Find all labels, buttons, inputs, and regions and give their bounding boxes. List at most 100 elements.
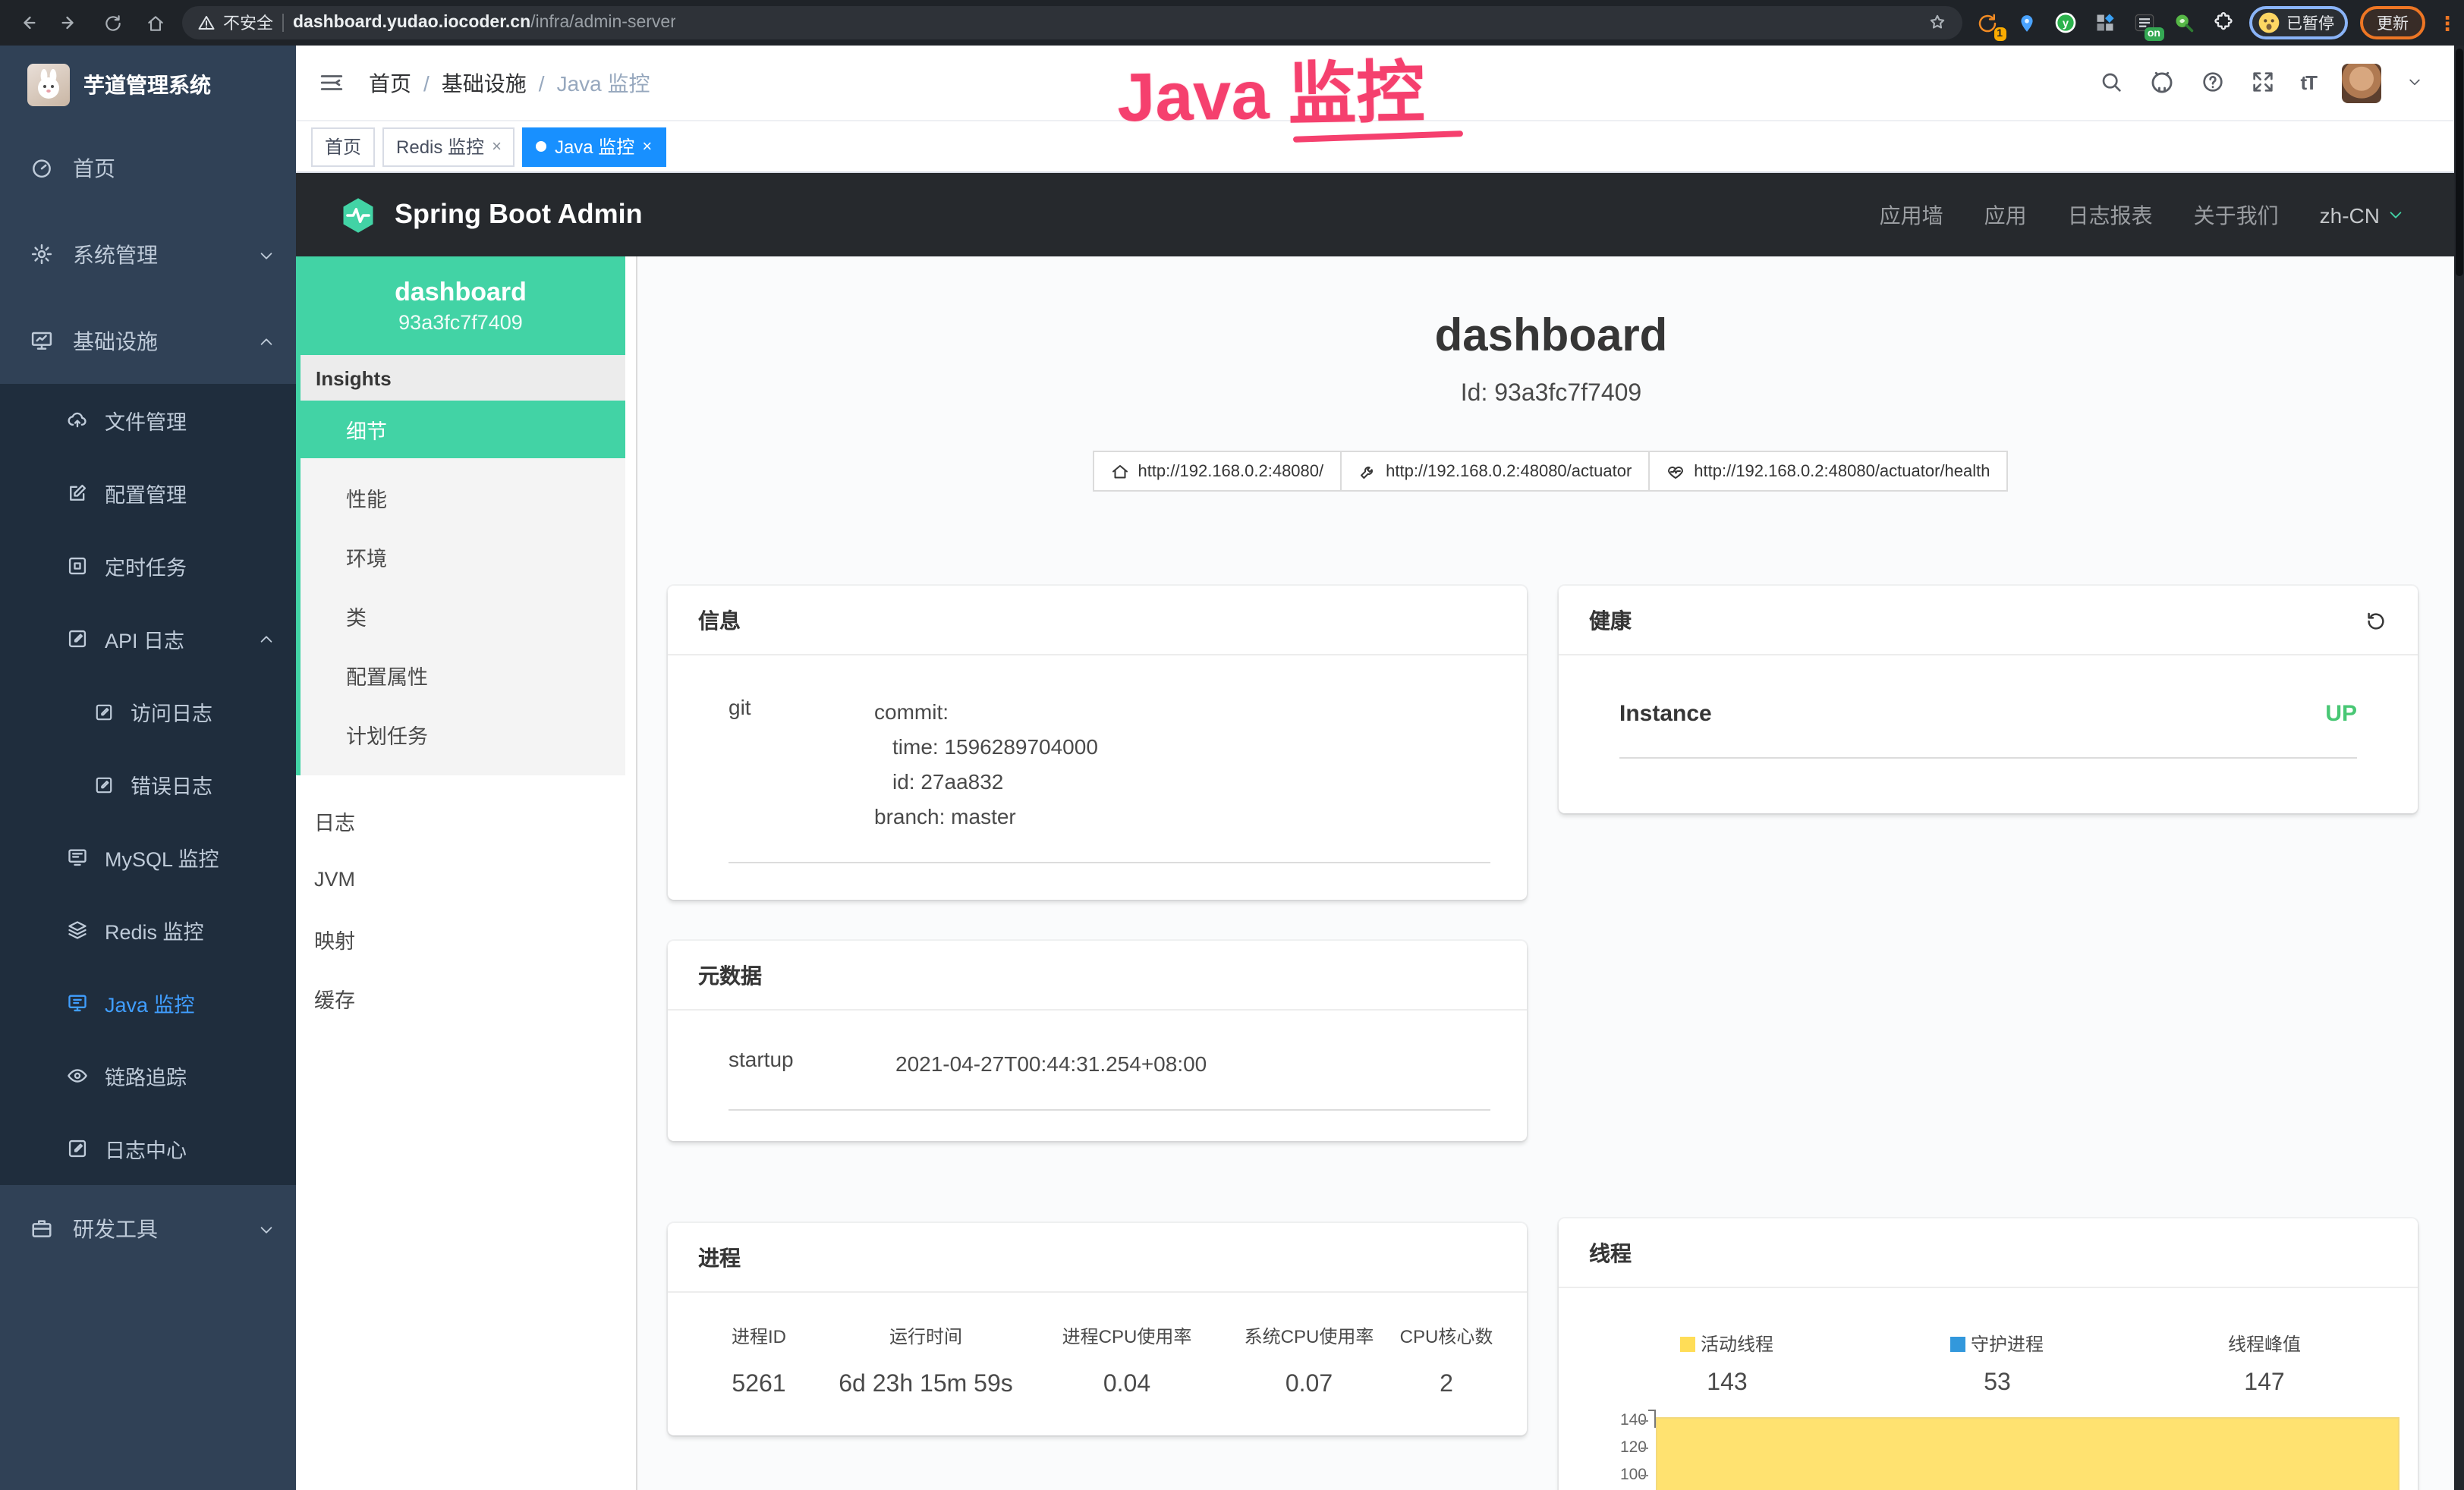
sba-item-logfile[interactable]: 日志 bbox=[296, 791, 625, 850]
window-scrollbar[interactable] bbox=[2454, 46, 2464, 1490]
sba-item-caches[interactable]: 缓存 bbox=[296, 968, 625, 1027]
close-icon[interactable]: × bbox=[492, 137, 502, 156]
sidebar-item-file[interactable]: 文件管理 bbox=[0, 384, 296, 457]
sba-brand[interactable]: Spring Boot Admin bbox=[338, 195, 643, 234]
sidebar-item-job[interactable]: 定时任务 bbox=[0, 530, 296, 602]
sidebar-item-accesslog[interactable]: 访问日志 bbox=[0, 675, 296, 748]
sidebar-item-label: 配置管理 bbox=[105, 478, 187, 508]
sba-locale-select[interactable]: zh-CN bbox=[2320, 203, 2404, 227]
extension-list-icon[interactable]: on bbox=[2132, 10, 2157, 36]
reload-icon[interactable] bbox=[97, 8, 127, 38]
avatar[interactable] bbox=[2342, 63, 2381, 102]
sba-item-jvm[interactable]: JVM bbox=[296, 850, 625, 909]
actuator-url-button[interactable]: http://192.168.0.2:48080/actuator bbox=[1340, 451, 1650, 492]
tab-label: Redis 监控 bbox=[396, 134, 484, 159]
service-url-label: http://192.168.0.2:48080/ bbox=[1138, 462, 1323, 480]
sidebar-item-logcenter[interactable]: 日志中心 bbox=[0, 1112, 296, 1185]
card-health: 健康 Instance UP bbox=[1559, 586, 2418, 813]
log-edit-icon bbox=[67, 628, 88, 649]
extension-y-icon[interactable]: y bbox=[2053, 10, 2079, 36]
log-edit-icon bbox=[94, 702, 114, 721]
github-icon[interactable] bbox=[2148, 69, 2174, 96]
process-header-cores: CPU核心数 bbox=[1396, 1323, 1496, 1349]
sba-nav-about[interactable]: 关于我们 bbox=[2194, 200, 2279, 230]
extension-pin-icon[interactable] bbox=[2013, 10, 2039, 36]
sidebar-item-java[interactable]: Java 监控 bbox=[0, 967, 296, 1039]
tab-label: Java 监控 bbox=[555, 134, 634, 159]
sba-main: dashboard Id: 93a3fc7f7409 http://192.16… bbox=[637, 256, 2464, 1490]
sba-section-insights[interactable]: Insights bbox=[301, 355, 625, 401]
sba-item-metrics[interactable]: 性能 bbox=[301, 467, 625, 527]
service-url-button[interactable]: http://192.168.0.2:48080/ bbox=[1092, 451, 1342, 492]
font-size-icon[interactable]: tT bbox=[2300, 71, 2316, 94]
sidebar-item-label: 访问日志 bbox=[131, 696, 212, 727]
sidebar-item-home[interactable]: 首页 bbox=[0, 124, 296, 211]
sidebar-item-trace[interactable]: 链路追踪 bbox=[0, 1039, 296, 1112]
sidebar-item-infra[interactable]: 基础设施 bbox=[0, 297, 296, 384]
extension-refresh-icon[interactable]: 1 bbox=[1974, 10, 2000, 36]
sidebar-item-label: 首页 bbox=[73, 152, 115, 183]
sba-nav-applications[interactable]: 应用 bbox=[1984, 200, 2027, 230]
extension-badge: 1 bbox=[1994, 27, 2006, 40]
process-value-syscpu: 0.07 bbox=[1222, 1372, 1396, 1399]
scrollbar-thumb[interactable] bbox=[2456, 49, 2463, 276]
tab-redis[interactable]: Redis 监控 × bbox=[382, 127, 515, 166]
live-threads-area bbox=[1656, 1417, 2399, 1490]
browser-menu-icon[interactable]: ⋮ bbox=[2437, 16, 2453, 30]
bookmark-star-icon[interactable] bbox=[1927, 9, 1946, 36]
sidebar-item-config[interactable]: 配置管理 bbox=[0, 457, 296, 530]
breadcrumb-home[interactable]: 首页 bbox=[369, 68, 411, 98]
help-icon[interactable] bbox=[2200, 69, 2224, 96]
extension-leaf-icon[interactable] bbox=[2171, 10, 2197, 36]
process-header-syscpu: 系统CPU使用率 bbox=[1222, 1323, 1396, 1349]
sidebar-item-label: 链路追踪 bbox=[105, 1061, 187, 1091]
health-url-button[interactable]: http://192.168.0.2:48080/actuator/health bbox=[1648, 451, 2008, 492]
process-header-row: 进程ID 运行时间 进程CPU使用率 系统CPU使用率 CPU核心数 bbox=[698, 1323, 1496, 1349]
fullscreen-icon[interactable] bbox=[2250, 69, 2274, 96]
home-icon[interactable] bbox=[140, 8, 170, 38]
sba-item-mappings[interactable]: 映射 bbox=[296, 909, 625, 968]
tab-home[interactable]: 首页 bbox=[311, 127, 375, 166]
close-icon[interactable]: × bbox=[642, 137, 652, 156]
extension-grid-icon[interactable] bbox=[2092, 10, 2118, 36]
sidebar-submenu-infra: 文件管理 配置管理 定时任务 API 日志 访问日志 bbox=[0, 384, 296, 1185]
address-bar[interactable]: 不安全 dashboard.yudao.iocoder.cn/infra/adm… bbox=[182, 6, 1962, 39]
url-text: dashboard.yudao.iocoder.cn/infra/admin-s… bbox=[293, 14, 676, 32]
browser-update-button[interactable]: 更新 bbox=[2360, 6, 2425, 39]
sba-navbar: Spring Boot Admin 应用墙 应用 日志报表 关于我们 zh-CN bbox=[296, 173, 2464, 256]
breadcrumb-section: 基础设施 bbox=[442, 68, 527, 98]
breadcrumb: 首页 / 基础设施 / Java 监控 bbox=[369, 68, 650, 98]
emoji-face-icon bbox=[2256, 11, 2280, 35]
extensions-puzzle-icon[interactable] bbox=[2211, 10, 2236, 36]
tab-java[interactable]: Java 监控 × bbox=[523, 127, 666, 166]
security-indicator[interactable]: 不安全 bbox=[197, 11, 273, 35]
chevron-up-icon bbox=[258, 328, 275, 353]
forward-icon[interactable] bbox=[55, 8, 85, 38]
instance-id: 93a3fc7f7409 bbox=[398, 311, 523, 334]
process-header-cpu: 进程CPU使用率 bbox=[1032, 1323, 1222, 1349]
sidebar-item-mysql[interactable]: MySQL 监控 bbox=[0, 821, 296, 894]
sidebar-item-apilog[interactable]: API 日志 bbox=[0, 602, 296, 675]
caret-down-icon[interactable] bbox=[2407, 69, 2422, 96]
process-value-uptime: 6d 23h 15m 59s bbox=[820, 1372, 1032, 1399]
hamburger-icon[interactable] bbox=[314, 66, 348, 99]
search-icon[interactable] bbox=[2098, 69, 2123, 96]
sidebar-item-errorlog[interactable]: 错误日志 bbox=[0, 748, 296, 821]
history-icon[interactable] bbox=[2365, 607, 2387, 633]
sidebar-item-system[interactable]: 系统管理 bbox=[0, 211, 296, 297]
health-key: Instance bbox=[1619, 701, 1712, 727]
sba-item-env[interactable]: 环境 bbox=[301, 527, 625, 586]
browser-profile-chip[interactable]: 已暂停 bbox=[2248, 6, 2348, 39]
app-logo-row[interactable]: 芋道管理系统 bbox=[0, 46, 296, 124]
sba-item-configprops[interactable]: 配置属性 bbox=[301, 645, 625, 704]
sba-nav-journal[interactable]: 日志报表 bbox=[2068, 200, 2153, 230]
sba-item-classes[interactable]: 类 bbox=[301, 586, 625, 645]
url-host: dashboard.yudao.iocoder.cn bbox=[293, 14, 530, 32]
back-icon[interactable] bbox=[12, 8, 42, 38]
sba-nav-wallboard[interactable]: 应用墙 bbox=[1880, 200, 1943, 230]
sidebar-item-redis[interactable]: Redis 监控 bbox=[0, 894, 296, 967]
sba-item-details[interactable]: 细节 bbox=[301, 401, 625, 458]
sba-item-scheduledtasks[interactable]: 计划任务 bbox=[301, 704, 625, 763]
y-tick-140: 140 bbox=[1595, 1411, 1647, 1429]
sidebar-item-devtools[interactable]: 研发工具 bbox=[0, 1185, 296, 1272]
